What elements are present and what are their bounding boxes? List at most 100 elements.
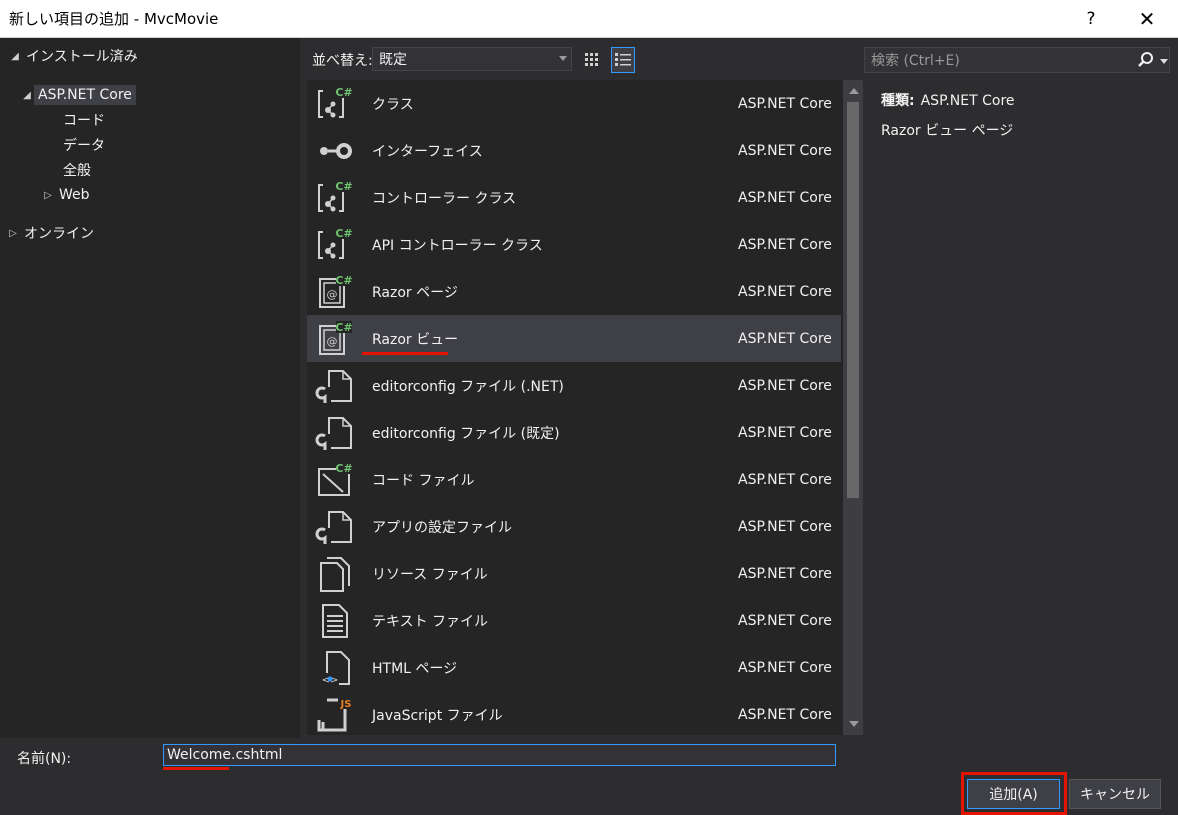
scroll-down-arrow-icon[interactable] [849,721,859,727]
close-button[interactable]: ✕ [1124,0,1170,38]
template-category: ASP.NET Core [738,95,832,112]
template-name: Razor ページ [372,284,458,301]
sort-dropdown[interactable]: 既定 [372,47,572,71]
chevron-down-icon [559,56,567,61]
sort-label: 並べ替え: [312,53,373,69]
template-list[interactable]: C# クラス ASP.NET Core インターフェイス ASP.NET Core C# コ… [307,80,863,735]
template-item[interactable]: C# コントローラー クラス ASP.NET Core [307,174,841,221]
template-name: editorconfig ファイル (既定) [372,425,560,442]
template-name: リソース ファイル [372,566,488,583]
template-name: Razor ビュー [372,331,459,348]
template-category: ASP.NET Core [738,377,832,394]
template-name: テキスト ファイル [372,613,489,630]
expanded-arrow-icon: ◢ [11,50,19,62]
cancel-button[interactable]: キャンセル [1069,779,1161,809]
template-item[interactable]: C# クラス ASP.NET Core [307,80,841,127]
template-name: editorconfig ファイル (.NET) [372,378,564,395]
interface-icon [315,132,355,170]
tree-installed[interactable]: ◢ インストール済み [8,44,138,68]
template-item[interactable]: editorconfig ファイル (既定) ASP.NET Core [307,409,841,456]
template-category: ASP.NET Core [738,142,832,159]
template-category: ASP.NET Core [738,471,832,488]
template-item[interactable]: テキスト ファイル ASP.NET Core [307,597,841,644]
grid-view-button[interactable] [580,47,604,73]
collapsed-arrow-icon: ▷ [9,227,17,239]
template-category: ASP.NET Core [738,706,832,723]
template-item[interactable]: JS JavaScript ファイル ASP.NET Core [307,691,841,735]
svg-text:C#: C# [335,86,352,99]
scroll-up-arrow-icon[interactable] [849,88,859,94]
template-category: ASP.NET Core [738,283,832,300]
vertical-scrollbar[interactable] [843,80,863,735]
grid-icon [585,53,598,66]
config-file-icon [315,367,355,405]
collapsed-arrow-icon: ▷ [44,189,52,201]
class-icon: C# [315,179,355,217]
tree-aspnet-core[interactable]: ◢ ASP.NET Core [20,83,136,107]
search-options-chevron-icon[interactable] [1160,59,1168,64]
tree-code[interactable]: コード [63,108,105,132]
template-name: コントローラー クラス [372,190,517,207]
svg-text:C#: C# [335,227,352,240]
expanded-arrow-icon: ◢ [23,89,31,101]
template-name: アプリの設定ファイル [372,519,512,536]
template-category: ASP.NET Core [738,612,832,629]
razor-icon: @ C# [315,273,355,311]
tree-online[interactable]: ▷ オンライン [6,221,94,245]
template-item[interactable]: @ C# Razor ページ ASP.NET Core [307,268,841,315]
config-file-icon [315,414,355,452]
name-input[interactable] [163,744,836,766]
template-category: ASP.NET Core [738,659,832,676]
help-button[interactable]: ? [1068,0,1114,38]
template-item[interactable]: インターフェイス ASP.NET Core [307,127,841,174]
template-item[interactable]: アプリの設定ファイル ASP.NET Core [307,503,841,550]
class-icon: C# [315,226,355,264]
template-name: API コントローラー クラス [372,237,543,254]
annotation-underline [362,352,448,355]
template-name: HTML ページ [372,660,458,677]
svg-text:C#: C# [335,462,352,475]
detail-kind: 種類: ASP.NET Core [881,93,1015,109]
window-title: 新しい項目の追加 - MvcMovie [9,10,219,28]
svg-text:JS: JS [340,699,352,710]
details-pane: 種類: ASP.NET Core Razor ビュー ページ [864,80,1178,735]
svg-text:C#: C# [335,321,352,334]
razor-icon: @ C# [315,320,355,358]
class-icon: C# [315,85,355,123]
template-category: ASP.NET Core [738,518,832,535]
template-name: コード ファイル [372,472,475,489]
category-tree: ◢ インストール済み ◢ ASP.NET Core コード データ 全般 ▷ W… [0,38,300,738]
scroll-thumb[interactable] [847,102,859,498]
detail-description: Razor ビュー ページ [881,123,1014,139]
template-category: ASP.NET Core [738,424,832,441]
title-bar: 新しい項目の追加 - MvcMovie ? ✕ [0,0,1178,38]
search-icon[interactable] [1136,50,1156,70]
template-item[interactable]: editorconfig ファイル (.NET) ASP.NET Core [307,362,841,409]
name-label: 名前(N): [17,751,72,767]
template-name: クラス [372,96,414,113]
list-view-button[interactable] [611,47,635,73]
config-file-icon [315,508,355,546]
code-file-icon: C# [315,461,355,499]
template-category: ASP.NET Core [738,565,832,582]
template-category: ASP.NET Core [738,330,832,347]
text-file-icon [315,602,355,640]
search-input[interactable]: 検索 (Ctrl+E) [864,47,1170,73]
tree-web[interactable]: ▷ Web [41,183,89,207]
template-item[interactable]: <> HTML ページ ASP.NET Core [307,644,841,691]
template-item[interactable]: リソース ファイル ASP.NET Core [307,550,841,597]
annotation-underline [163,767,229,770]
tree-data[interactable]: データ [63,133,105,157]
template-category: ASP.NET Core [738,189,832,206]
svg-text:C#: C# [335,180,352,193]
template-item[interactable]: C# コード ファイル ASP.NET Core [307,456,841,503]
template-category: ASP.NET Core [738,236,832,253]
tree-general[interactable]: 全般 [63,158,91,182]
svg-text:C#: C# [335,274,352,287]
svg-text:@: @ [327,288,338,301]
add-button[interactable]: 追加(A) [967,779,1060,809]
template-item[interactable]: C# API コントローラー クラス ASP.NET Core [307,221,841,268]
resource-file-icon [315,555,355,593]
html-file-icon: <> [315,649,355,687]
template-name: インターフェイス [372,143,483,160]
